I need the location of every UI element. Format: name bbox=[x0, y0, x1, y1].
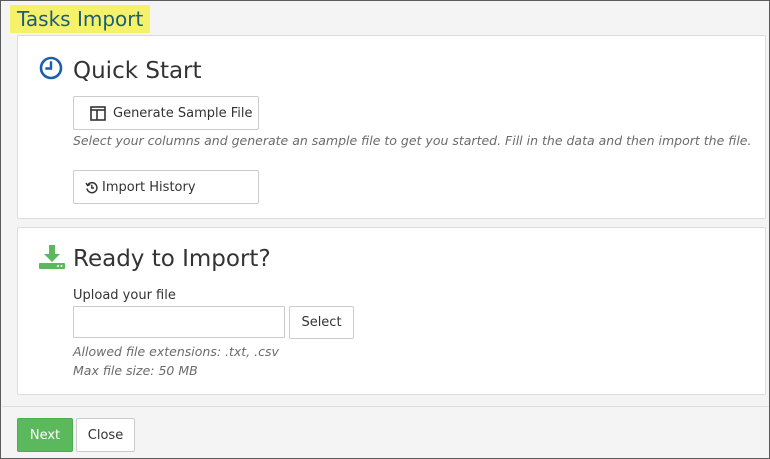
download-icon bbox=[39, 245, 65, 269]
clock-icon bbox=[39, 56, 63, 80]
generate-sample-file-button[interactable]: Generate Sample File bbox=[73, 96, 259, 130]
max-file-size-text: Max file size: 50 MB bbox=[73, 363, 198, 378]
import-dialog: Tasks Import Quick Start Generate Sample… bbox=[0, 0, 770, 459]
file-path-input[interactable] bbox=[73, 306, 285, 338]
ready-to-import-panel: Ready to Import? Upload your file Select… bbox=[17, 227, 766, 395]
footer-divider bbox=[2, 406, 769, 407]
select-file-button[interactable]: Select bbox=[289, 306, 354, 339]
ready-to-import-heading: Ready to Import? bbox=[73, 246, 271, 272]
quick-start-heading: Quick Start bbox=[73, 58, 202, 84]
columns-icon bbox=[90, 105, 106, 121]
upload-file-label: Upload your file bbox=[73, 288, 176, 303]
quick-start-description: Select your columns and generate an samp… bbox=[73, 133, 752, 148]
close-button[interactable]: Close bbox=[76, 418, 135, 452]
next-button[interactable]: Next bbox=[17, 418, 73, 452]
quick-start-panel: Quick Start Generate Sample File Select … bbox=[17, 35, 766, 219]
import-history-label: Import History bbox=[102, 179, 196, 195]
dialog-title: Tasks Import bbox=[10, 5, 151, 33]
history-icon bbox=[85, 181, 98, 193]
generate-sample-file-label: Generate Sample File bbox=[113, 105, 253, 121]
allowed-extensions-text: Allowed file extensions: .txt, .csv bbox=[73, 344, 279, 359]
import-history-button[interactable]: Import History bbox=[73, 170, 259, 204]
